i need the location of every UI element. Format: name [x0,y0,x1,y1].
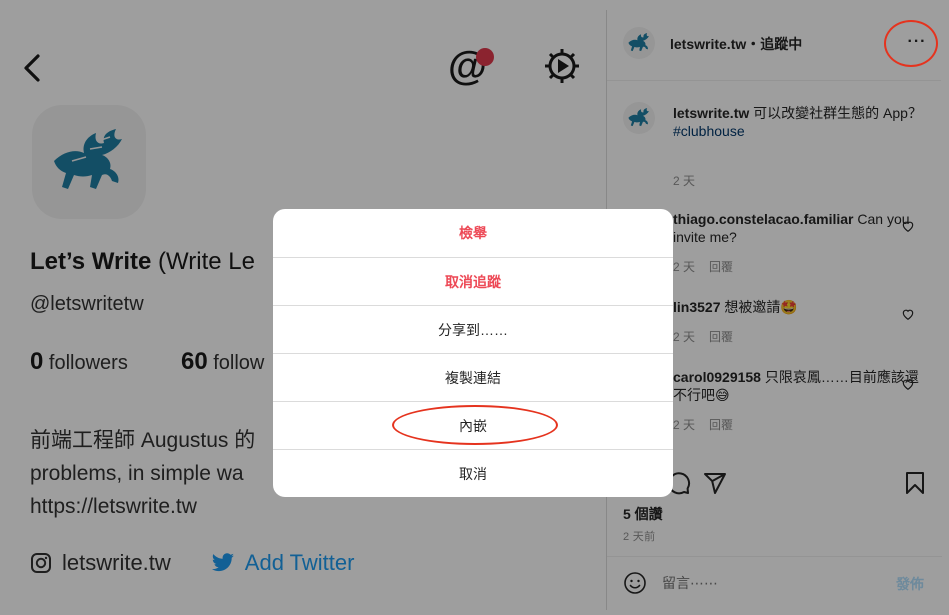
highlight-ellipse-more-button [884,20,938,67]
cancel-option[interactable]: 取消 [273,449,673,497]
highlight-ellipse-embed [392,405,558,445]
report-option[interactable]: 檢舉 [273,209,673,257]
copy-link-option[interactable]: 複製連結 [273,353,673,401]
unfollow-option[interactable]: 取消追蹤 [273,257,673,305]
share-to-option[interactable]: 分享到…… [273,305,673,353]
post-options-dialog: 檢舉 取消追蹤 分享到…… 複製連結 內嵌 取消 [273,209,673,497]
